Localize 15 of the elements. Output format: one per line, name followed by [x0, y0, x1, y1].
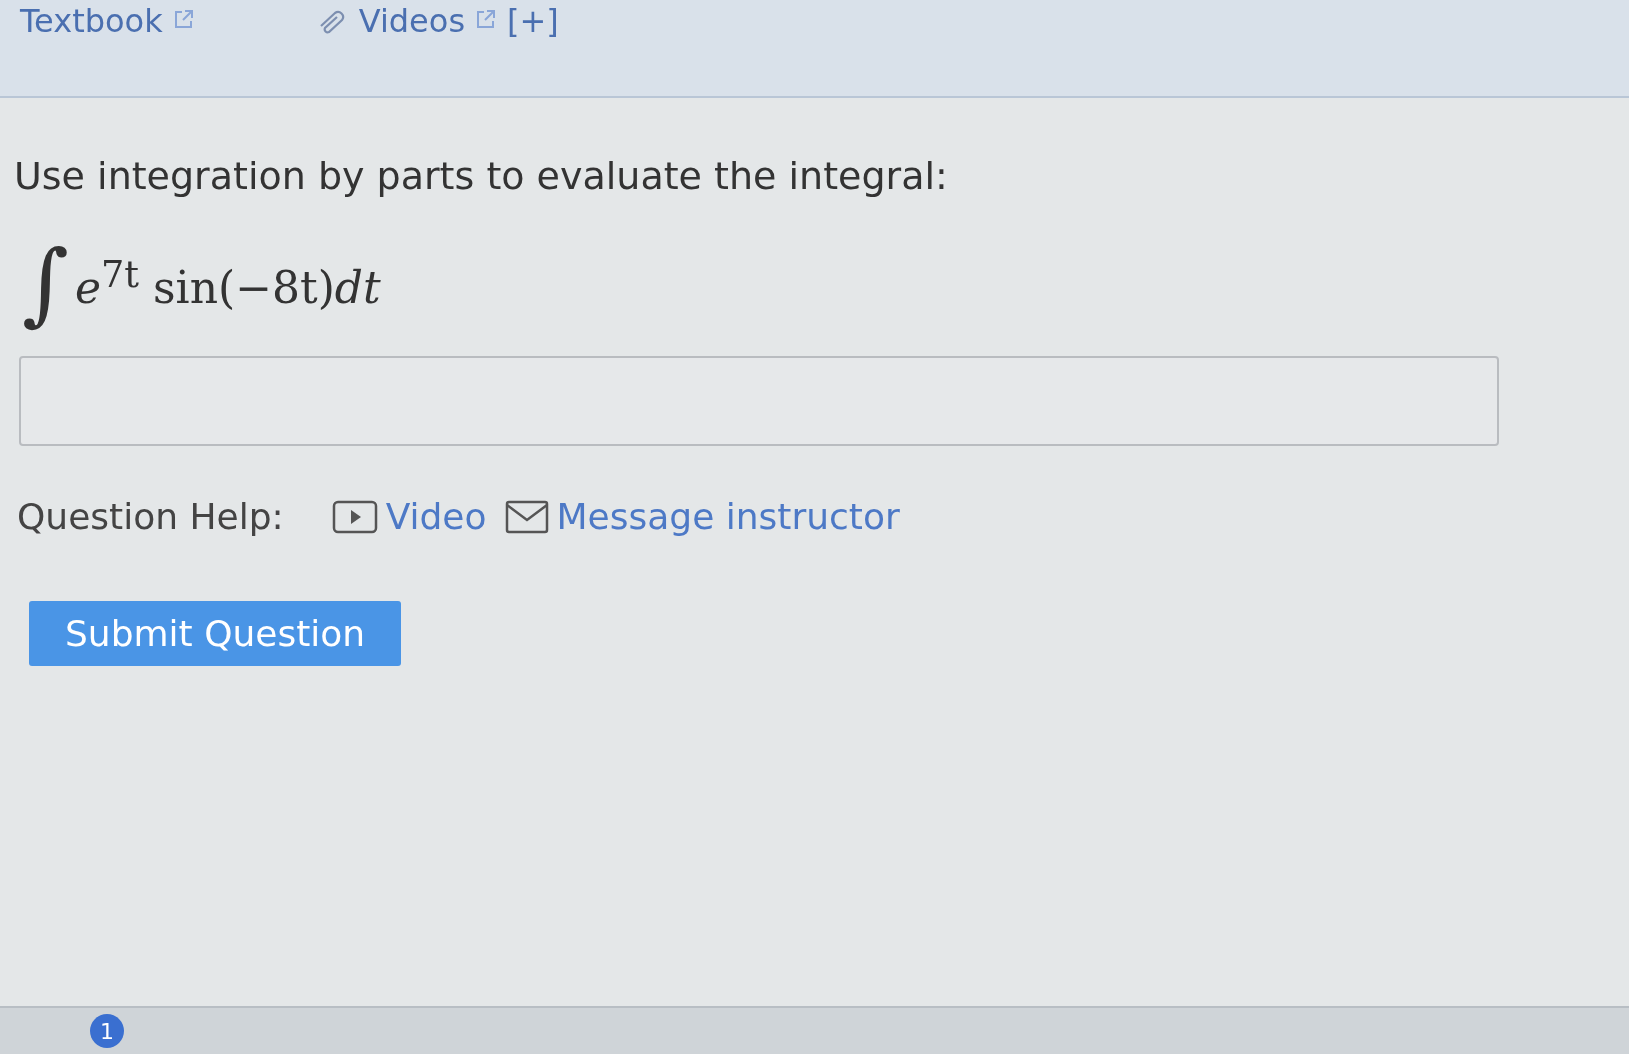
- question-prompt: Use integration by parts to evaluate the integral:: [14, 154, 949, 198]
- expand-toggle[interactable]: [+]: [507, 2, 559, 40]
- message-instructor-link[interactable]: Message instructor: [556, 496, 900, 537]
- textbook-link[interactable]: Textbook: [20, 2, 163, 40]
- integrand: e$^{7t}$ sin(−8t)dt: [74, 253, 381, 313]
- external-link-icon: [172, 8, 195, 30]
- envelope-icon: [504, 498, 549, 535]
- submit-question-button[interactable]: Submit Question: [29, 601, 402, 666]
- videos-link[interactable]: Videos: [358, 2, 466, 40]
- video-link[interactable]: Video: [385, 496, 487, 537]
- question-help-label: Question Help:: [17, 496, 284, 537]
- answer-field[interactable]: [19, 356, 1499, 446]
- external-link-icon: [475, 8, 498, 30]
- notification-badge: 1: [90, 1014, 124, 1048]
- video-play-icon: [331, 498, 378, 535]
